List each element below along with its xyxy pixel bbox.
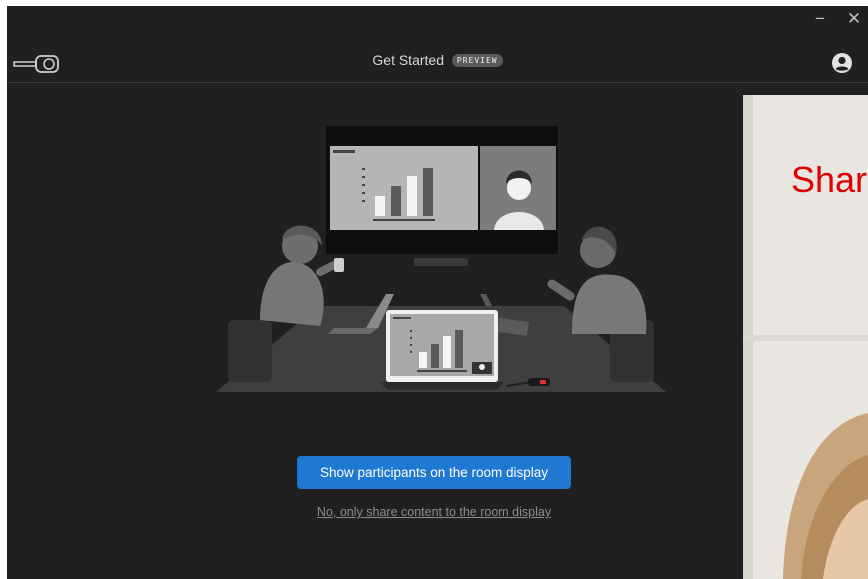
show-participants-button[interactable]: Show participants on the room display <box>297 456 571 489</box>
account-circle-icon[interactable] <box>831 52 853 74</box>
video-preview-panel: Shar <box>743 95 868 579</box>
window-title: Get Started PREVIEW <box>7 52 868 68</box>
title-text: Get Started <box>372 52 444 68</box>
preview-badge: PREVIEW <box>451 54 503 67</box>
meeting-room-illustration <box>216 126 666 392</box>
share-content-only-link[interactable]: No, only share content to the room displ… <box>0 505 868 519</box>
person-video-feed <box>783 413 868 579</box>
close-button[interactable]: ✕ <box>836 6 868 34</box>
title-bar: Get Started PREVIEW − ✕ <box>7 6 868 83</box>
minimize-button[interactable]: − <box>802 6 838 34</box>
